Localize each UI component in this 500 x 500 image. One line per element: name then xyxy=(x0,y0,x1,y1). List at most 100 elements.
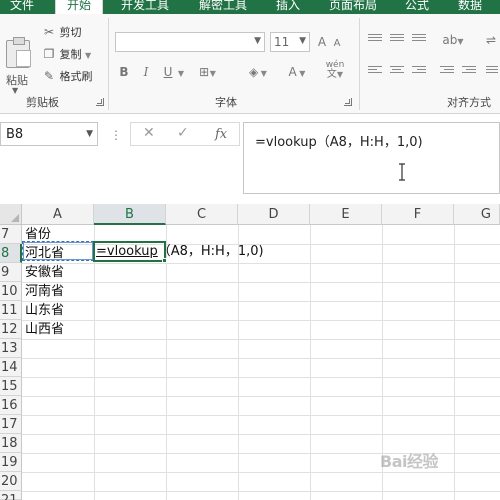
align-bottom-icon[interactable] xyxy=(412,34,426,46)
gridline xyxy=(94,225,95,500)
column-header-g[interactable]: G xyxy=(454,204,500,225)
italic-button[interactable]: I xyxy=(139,64,153,80)
tab-data[interactable]: 数据 xyxy=(458,0,488,14)
font-color-icon: A xyxy=(288,65,297,79)
align-center-icon[interactable] xyxy=(390,66,404,78)
gridline xyxy=(22,491,500,492)
tab-insert[interactable]: 插入 xyxy=(276,0,306,14)
row-header-13[interactable]: 13 xyxy=(0,339,22,358)
align-right-icon[interactable] xyxy=(412,66,426,78)
row-header-17[interactable]: 17 xyxy=(0,415,22,434)
cell-a11[interactable]: 山东省 xyxy=(22,301,64,320)
cut-button[interactable]: ✂ 剪切 xyxy=(42,24,82,40)
formula-bar: B8 ▼ ⋮ ✕ ✓ fx =vlookup（A8，H:H，1,0) xyxy=(0,118,500,194)
paint-bucket-icon: ◈ xyxy=(249,65,259,79)
orientation-button[interactable]: ab▼ xyxy=(440,32,466,48)
shrink-font-button[interactable]: A xyxy=(331,36,343,52)
column-header-e[interactable]: E xyxy=(310,204,382,225)
select-all-button[interactable] xyxy=(0,204,22,225)
column-header-b[interactable]: B xyxy=(94,204,166,225)
borders-button[interactable]: ⊞ ▼ xyxy=(192,64,222,80)
tab-decrypt-tools[interactable]: 解密工具 xyxy=(199,0,259,14)
name-box[interactable]: B8 ▼ xyxy=(0,122,98,146)
formula-input[interactable]: =vlookup（A8，H:H，1,0) xyxy=(243,122,500,194)
row-header-11[interactable]: 11 xyxy=(0,301,22,320)
gridline xyxy=(22,339,500,340)
decrease-indent-icon[interactable] xyxy=(440,66,454,78)
row-header-15[interactable]: 15 xyxy=(0,377,22,396)
gridline xyxy=(22,301,500,302)
row-header-19[interactable]: 19 xyxy=(0,453,22,472)
bold-button[interactable]: B xyxy=(117,64,131,80)
tab-page-layout[interactable]: 页面布局 xyxy=(329,0,389,14)
tab-file[interactable]: 文件 xyxy=(10,0,40,14)
underline-dropdown-icon[interactable]: ▼ xyxy=(176,64,186,80)
row-header-14[interactable]: 14 xyxy=(0,358,22,377)
paste-dropdown-icon[interactable]: ▼ xyxy=(12,86,18,95)
row-header-10[interactable]: 10 xyxy=(0,282,22,301)
gridline xyxy=(22,320,500,321)
formula-text: =vlookup（A8，H:H，1,0) xyxy=(255,135,423,150)
row-header-9[interactable]: 9 xyxy=(0,263,22,282)
column-header-a[interactable]: A xyxy=(22,204,94,225)
tab-formulas[interactable]: 公式 xyxy=(405,0,435,14)
wrap-text-icon[interactable]: ⇌ xyxy=(484,32,498,48)
align-left-icon[interactable] xyxy=(368,66,382,78)
gridline xyxy=(22,377,500,378)
grow-font-button[interactable]: A xyxy=(315,34,329,50)
paintbrush-icon: ✎ xyxy=(43,69,55,83)
copy-label: 复制 xyxy=(59,48,82,61)
scissors-icon: ✂ xyxy=(43,25,55,39)
ribbon-tab-bar: 文件 开始 开发工具 解密工具 插入 页面布局 公式 数据 xyxy=(0,0,500,14)
row-header-20[interactable]: 20 xyxy=(0,472,22,491)
alignment-group-label: 对齐方式 xyxy=(447,96,491,109)
copy-dropdown-icon[interactable]: ▼ xyxy=(85,51,91,60)
format-painter-label: 格式刷 xyxy=(59,70,93,83)
gridline xyxy=(22,434,500,435)
column-header-f[interactable]: F xyxy=(382,204,454,225)
font-color-button[interactable]: A ▼ xyxy=(282,64,312,80)
tab-developer[interactable]: 开发工具 xyxy=(121,0,181,14)
merge-center-icon[interactable] xyxy=(486,66,500,78)
cancel-icon[interactable]: ✕ xyxy=(143,125,155,141)
align-middle-icon[interactable] xyxy=(390,34,404,46)
row-header-8[interactable]: 8 xyxy=(0,244,22,263)
column-header-c[interactable]: C xyxy=(166,204,238,225)
row-header-7[interactable]: 7 xyxy=(0,225,22,244)
increase-indent-icon[interactable] xyxy=(462,66,476,78)
tab-home[interactable]: 开始 xyxy=(55,0,103,14)
cell-a12[interactable]: 山西省 xyxy=(22,320,64,339)
column-header-d[interactable]: D xyxy=(238,204,310,225)
phonetic-button[interactable]: wén 文▼ xyxy=(322,60,348,80)
font-launcher-icon[interactable] xyxy=(344,98,352,106)
font-size-combo[interactable]: 11 ▼ xyxy=(270,32,310,52)
row-header-18[interactable]: 18 xyxy=(0,434,22,453)
paste-icon[interactable] xyxy=(6,37,31,68)
cell-a10[interactable]: 河南省 xyxy=(22,282,64,301)
gridline xyxy=(22,472,500,473)
insert-function-icon[interactable]: fx xyxy=(215,127,227,142)
chevron-down-icon[interactable]: ▼ xyxy=(86,129,93,139)
copy-button[interactable]: ❐ 复制 ▼ xyxy=(42,46,92,62)
text-cursor-icon xyxy=(399,163,405,181)
enter-icon[interactable]: ✓ xyxy=(177,125,189,141)
font-name-combo[interactable]: ▼ xyxy=(115,32,265,52)
ribbon: 粘贴 ▼ ✂ 剪切 ❐ 复制 ▼ ✎ 格式刷 剪贴板 ▼ 11 ▼ A A B … xyxy=(0,14,500,114)
chevron-down-icon: ▼ xyxy=(254,36,261,46)
row-header-21[interactable]: 21 xyxy=(0,491,22,500)
row-header-12[interactable]: 12 xyxy=(0,320,22,339)
format-painter-button[interactable]: ✎ 格式刷 xyxy=(42,68,93,84)
gridline xyxy=(310,225,311,500)
fill-color-button[interactable]: ◈ ▼ xyxy=(243,64,273,80)
group-divider xyxy=(359,18,360,110)
watermark-logo: Bai经验 xyxy=(380,452,438,471)
gridline xyxy=(454,225,455,500)
underline-button[interactable]: U xyxy=(161,64,175,80)
reference-highlight-a8 xyxy=(22,241,94,261)
cell-a9[interactable]: 安徽省 xyxy=(22,263,64,282)
align-top-icon[interactable] xyxy=(368,34,382,46)
row-header-16[interactable]: 16 xyxy=(0,396,22,415)
gridline xyxy=(22,396,500,397)
clipboard-launcher-icon[interactable] xyxy=(96,98,104,106)
formula-buttons: ✕ ✓ fx xyxy=(130,122,240,146)
